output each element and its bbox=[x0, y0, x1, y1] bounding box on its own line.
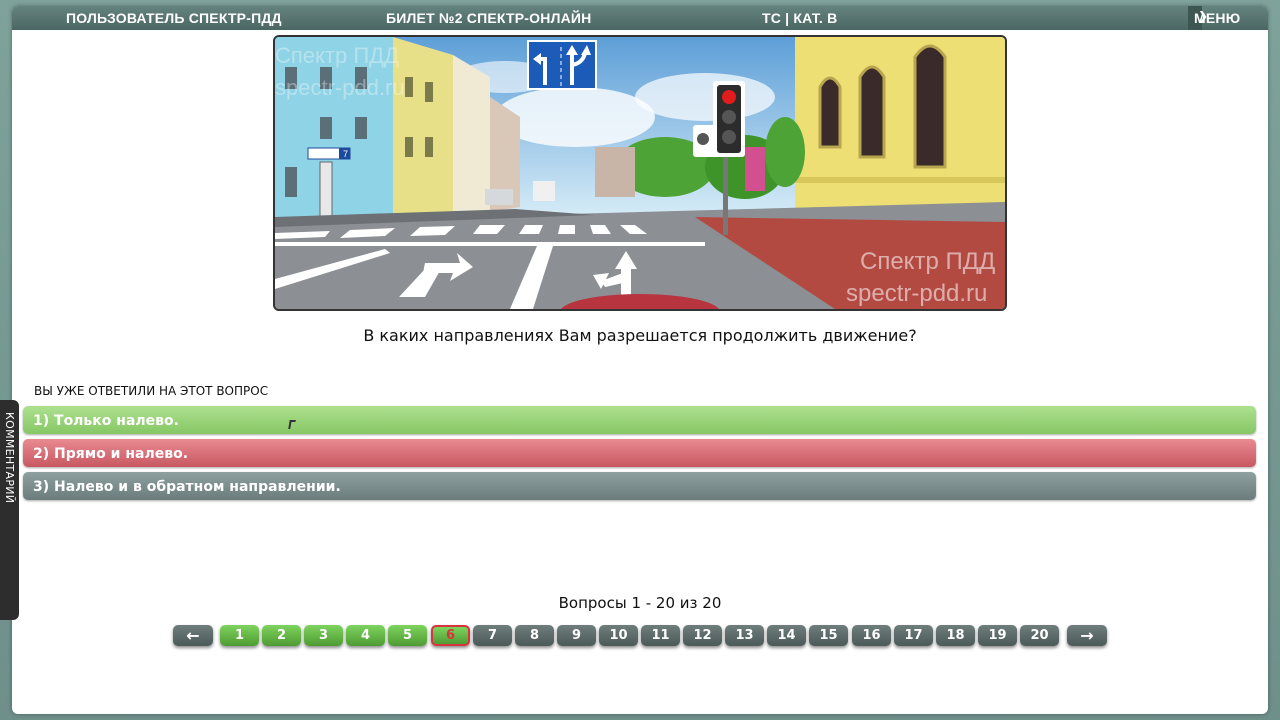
page-button-3[interactable]: 3 bbox=[304, 625, 343, 646]
watermark-bottom-line2: spectr-pdd.ru bbox=[846, 280, 987, 307]
next-page-button[interactable]: → bbox=[1067, 625, 1107, 646]
watermark-bottom-line1: Спектр ПДД bbox=[860, 248, 995, 275]
page-button-4[interactable]: 4 bbox=[346, 625, 385, 646]
page-button-10[interactable]: 10 bbox=[599, 625, 638, 646]
comment-side-tab[interactable]: КОММЕНТАРИЙ bbox=[0, 400, 19, 620]
answer-list: 1) Только налево. 2) Прямо и налево. 3) … bbox=[23, 406, 1256, 505]
page-button-15[interactable]: 15 bbox=[809, 625, 848, 646]
page-button-5[interactable]: 5 bbox=[388, 625, 427, 646]
prev-page-button[interactable]: ← bbox=[173, 625, 213, 646]
road-scene-illustration: 7 Спектр ПДД spectr-pdd.ru Спектр ПДД sp… bbox=[275, 37, 1005, 309]
comment-tab-label: КОММЕНТАРИЙ bbox=[3, 412, 16, 504]
page-button-7[interactable]: 7 bbox=[473, 625, 512, 646]
question-text: В каких направлениях Вам разрешается про… bbox=[363, 326, 917, 345]
question-image: 7 Спектр ПДД spectr-pdd.ru Спектр ПДД sp… bbox=[273, 35, 1007, 311]
page-button-14[interactable]: 14 bbox=[767, 625, 806, 646]
page-button-9[interactable]: 9 bbox=[557, 625, 596, 646]
page-button-17[interactable]: 17 bbox=[894, 625, 933, 646]
page-button-18[interactable]: 18 bbox=[936, 625, 975, 646]
watermark-top-line2: spectr-pdd.ru bbox=[275, 75, 405, 100]
page-button-19[interactable]: 19 bbox=[978, 625, 1017, 646]
answer-option-3[interactable]: 3) Налево и в обратном направлении. bbox=[23, 472, 1256, 500]
page-button-11[interactable]: 11 bbox=[641, 625, 680, 646]
page-button-6[interactable]: 6 bbox=[431, 625, 470, 646]
menu-button[interactable]: МЕНЮ ❯ bbox=[1188, 6, 1240, 30]
questions-summary: Вопросы 1 - 20 из 20 bbox=[558, 594, 722, 612]
page-button-13[interactable]: 13 bbox=[725, 625, 764, 646]
answer-option-1[interactable]: 1) Только налево. bbox=[23, 406, 1256, 434]
answered-notice: ВЫ УЖЕ ОТВЕТИЛИ НА ЭТОТ ВОПРОС bbox=[34, 384, 269, 398]
top-bar: ПОЛЬЗОВАТЕЛЬ СПЕКТР-ПДД БИЛЕТ №2 СПЕКТР-… bbox=[12, 6, 1268, 30]
watermark-top-line1: Спектр ПДД bbox=[275, 43, 399, 68]
app-window: ПОЛЬЗОВАТЕЛЬ СПЕКТР-ПДД БИЛЕТ №2 СПЕКТР-… bbox=[12, 6, 1268, 714]
page-button-2[interactable]: 2 bbox=[262, 625, 301, 646]
category-label: ТС | КАТ. В bbox=[762, 10, 838, 26]
page-button-8[interactable]: 8 bbox=[515, 625, 554, 646]
user-label: ПОЛЬЗОВАТЕЛЬ СПЕКТР-ПДД bbox=[66, 10, 282, 26]
page-button-20[interactable]: 20 bbox=[1020, 625, 1059, 646]
chevron-down-icon: ❯ bbox=[1198, 9, 1209, 23]
page-button-1[interactable]: 1 bbox=[220, 625, 259, 646]
street-sign-number: 7 bbox=[343, 149, 348, 159]
ticket-label: БИЛЕТ №2 СПЕКТР-ОНЛАЙН bbox=[386, 10, 592, 26]
page-button-12[interactable]: 12 bbox=[683, 625, 722, 646]
answer-option-2[interactable]: 2) Прямо и налево. bbox=[23, 439, 1256, 467]
page-button-16[interactable]: 16 bbox=[852, 625, 891, 646]
